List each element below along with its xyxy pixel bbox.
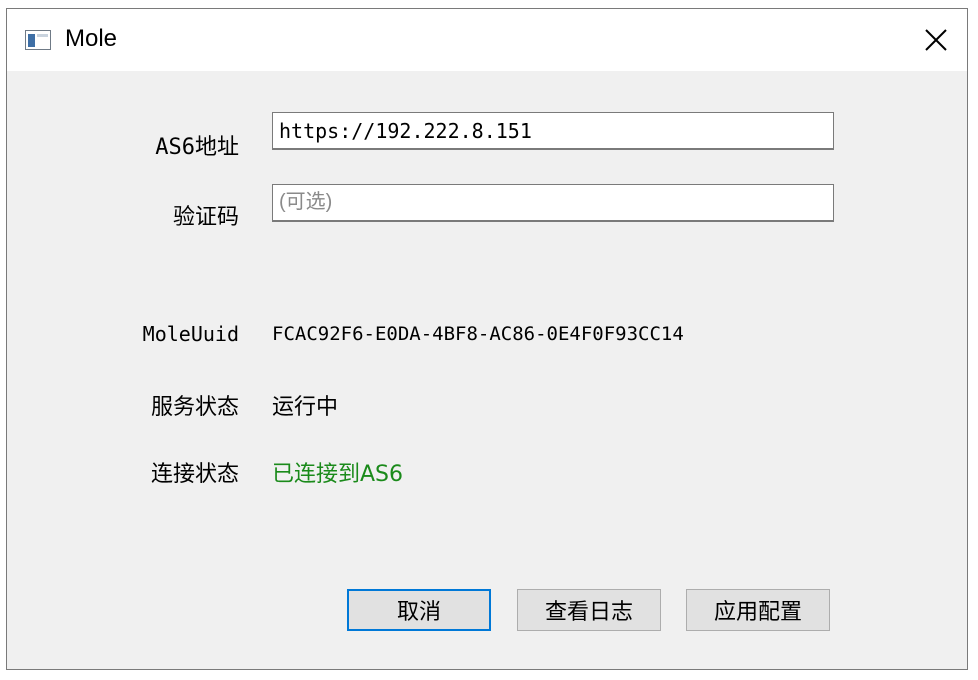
- window-title: Mole: [65, 25, 118, 52]
- connection-status-label: 连接状态: [150, 462, 239, 487]
- mole-dialog: Mole AS6地址 验证码 MoleUuid FCAC92F6-E0DA-4B…: [6, 8, 968, 670]
- uid-value: FCAC92F6-E0DA-4BF8-AC86-0E4F0F93CC14: [272, 323, 684, 345]
- connection-status-value: 已连接到AS6: [272, 462, 404, 487]
- address-input[interactable]: [272, 112, 834, 150]
- service-status-label: 服务状态: [150, 395, 239, 420]
- code-input[interactable]: [272, 184, 834, 222]
- title-bar: Mole: [7, 9, 967, 71]
- uid-label: MoleUuid: [142, 322, 239, 346]
- apply-config-button[interactable]: 应用配置: [686, 589, 830, 631]
- code-label: 验证码: [172, 205, 239, 230]
- close-icon: [925, 29, 947, 51]
- address-label: AS6地址: [155, 135, 239, 160]
- app-window-icon: [25, 30, 51, 50]
- cancel-button[interactable]: 取消: [347, 589, 491, 631]
- view-log-button[interactable]: 查看日志: [517, 589, 661, 631]
- close-button[interactable]: [905, 9, 967, 71]
- service-status-value: 运行中: [272, 395, 339, 420]
